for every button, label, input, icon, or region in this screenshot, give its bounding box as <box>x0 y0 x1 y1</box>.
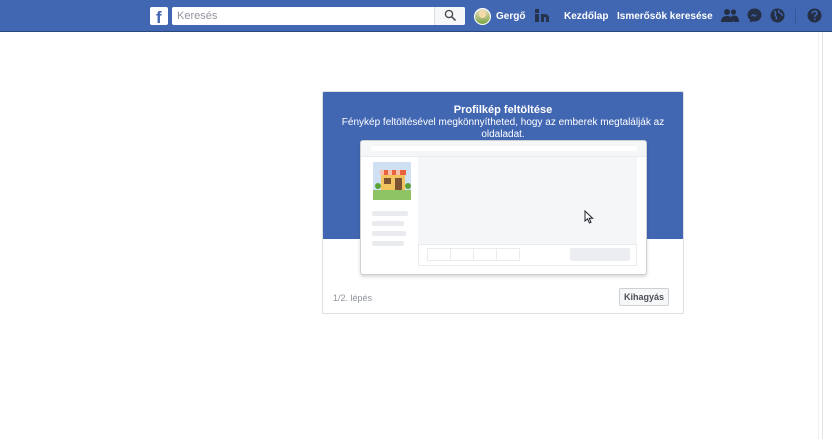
preview-tab-row <box>418 244 637 266</box>
profile-link[interactable]: Gergő <box>474 8 525 25</box>
storefront-picture-icon <box>372 161 412 201</box>
mouse-pointer-icon <box>584 210 594 224</box>
friend-requests-icon[interactable] <box>721 8 739 22</box>
notifications-globe-icon[interactable] <box>770 8 785 23</box>
messenger-icon[interactable] <box>747 8 762 23</box>
page-scrollbar[interactable] <box>818 32 832 439</box>
step-indicator: 1/2. lépés <box>333 293 373 303</box>
profile-name: Gergő <box>496 11 526 22</box>
search-box <box>172 7 465 25</box>
search-button[interactable] <box>434 7 465 25</box>
nav-divider <box>795 9 796 24</box>
preview-cover-area <box>418 157 637 244</box>
page-preview-illustration <box>360 140 647 275</box>
facebook-logo-letter: f <box>156 8 162 25</box>
home-link[interactable]: Kezdőlap <box>564 11 608 22</box>
search-icon <box>444 9 456 21</box>
card-footer: 1/2. lépés Kihagyás <box>323 282 683 313</box>
search-input[interactable] <box>172 7 434 25</box>
avatar <box>474 8 491 25</box>
facebook-logo-icon[interactable]: f <box>150 7 168 25</box>
scrollbar-track <box>822 32 823 439</box>
skip-button[interactable]: Kihagyás <box>619 288 669 306</box>
help-question-icon[interactable] <box>807 8 822 23</box>
find-friends-icon[interactable] <box>534 9 550 23</box>
profile-picture-upload-card: Profilkép feltöltése Fénykép feltöltésév… <box>322 91 684 314</box>
preview-top-bar <box>361 141 646 157</box>
find-friends-link[interactable]: Ismerősök keresése <box>617 11 713 22</box>
card-subtitle: Fénykép feltöltésével megkönnyítheted, h… <box>341 117 665 140</box>
card-title: Profilkép feltöltése <box>453 104 553 116</box>
preview-address-bar <box>371 146 637 151</box>
top-navigation-bar: f Gergő Kezdőlap Ismerősök keresése <box>0 0 832 32</box>
